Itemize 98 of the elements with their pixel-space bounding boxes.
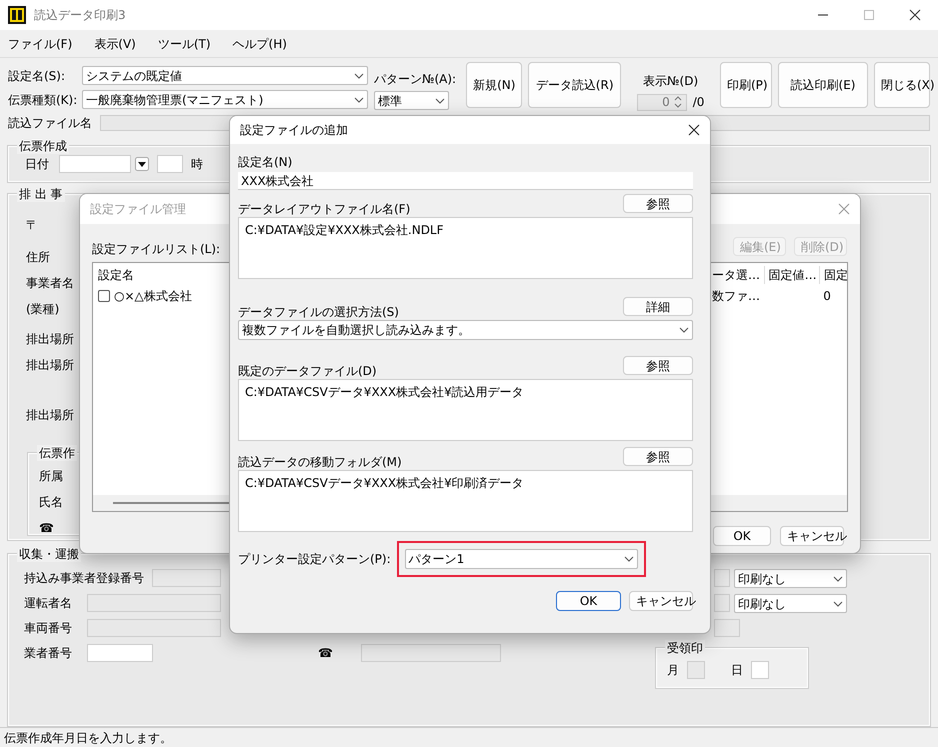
column-header: ータ選… bbox=[711, 267, 762, 284]
list-label: 設定ファイルリスト(L): bbox=[92, 241, 220, 258]
field-label: 月 bbox=[666, 662, 679, 679]
chevron-icon bbox=[679, 327, 689, 333]
browse-button[interactable]: 詳細 bbox=[623, 297, 693, 316]
browse-button[interactable]: 参照 bbox=[623, 194, 693, 213]
field-label: (業種) bbox=[26, 301, 60, 317]
menu-item[interactable]: 表示(V) bbox=[94, 34, 136, 52]
chevron-icon bbox=[435, 98, 445, 104]
status-bar: 伝票作成年月日を入力します。 bbox=[0, 727, 938, 747]
text-area[interactable]: C:¥DATA¥設定¥XXX株式会社.NDLF bbox=[238, 217, 693, 279]
field-label: 〒 bbox=[26, 217, 38, 233]
spin-arrows-icon[interactable] bbox=[672, 95, 683, 109]
field-label: 読込データの移動フォルダ(M) bbox=[238, 454, 402, 470]
chevron-icon bbox=[624, 556, 634, 562]
list-item[interactable]: ○×△株式会社 bbox=[114, 287, 192, 305]
field-label: 排出場所 bbox=[26, 357, 74, 373]
ok-button[interactable]: OK bbox=[713, 526, 771, 546]
phone-field[interactable] bbox=[360, 644, 501, 662]
setting-select[interactable]: システムの既定値 bbox=[82, 66, 368, 85]
group-title: 受領印 bbox=[664, 640, 705, 656]
print-select[interactable]: 印刷なし bbox=[734, 569, 847, 588]
field-label: 時 bbox=[191, 156, 203, 173]
field-label: 氏名 bbox=[39, 494, 64, 510]
method-select[interactable]: 複数ファイルを自動選択し読み込みます。 bbox=[238, 320, 693, 340]
close-icon[interactable] bbox=[688, 124, 700, 136]
menu-item[interactable]: ファイル(F) bbox=[8, 34, 72, 52]
field-label: パターン№(A): bbox=[374, 71, 456, 88]
field-label: 住所 bbox=[26, 249, 50, 265]
app-icon bbox=[8, 6, 26, 24]
dialog-title: 設定ファイル管理 bbox=[90, 201, 186, 218]
column-header: 固定値… bbox=[764, 266, 820, 284]
browse-button[interactable]: 参照 bbox=[623, 447, 693, 466]
field-label: 日 bbox=[730, 662, 743, 679]
group-title: 排 出 事 bbox=[17, 186, 65, 202]
text-field[interactable] bbox=[152, 569, 221, 587]
field-label: 設定名(N) bbox=[238, 154, 292, 170]
field-label: 読込ファイル名 bbox=[8, 115, 92, 132]
table-cell-text: 数ファ… bbox=[711, 288, 762, 305]
field-label: プリンター設定パターン(P): bbox=[238, 551, 391, 568]
slip-type-select[interactable]: 一般廃棄物管理票(マニフェスト) bbox=[82, 90, 368, 109]
field-label: 車両番号 bbox=[24, 620, 73, 637]
text-field[interactable] bbox=[714, 619, 740, 637]
field-label: 既定のデータファイル(D) bbox=[238, 363, 377, 379]
toolbar-button[interactable]: データ読込(R) bbox=[528, 62, 622, 108]
pattern-select[interactable]: 標準 bbox=[374, 91, 449, 110]
chevron-icon bbox=[354, 96, 364, 102]
field-label: 運転者名 bbox=[24, 595, 73, 612]
menu-item[interactable]: ヘルプ(H) bbox=[232, 34, 287, 52]
chevron-icon bbox=[833, 576, 843, 582]
group-title: 伝票作成 bbox=[17, 138, 69, 154]
chevron-icon bbox=[833, 600, 843, 606]
field-label: 排出場所 bbox=[26, 331, 74, 347]
field-label: ☎ bbox=[39, 520, 55, 536]
text-area[interactable]: C:¥DATA¥CSVデータ¥XXX株式会社¥読込用データ bbox=[238, 379, 693, 441]
text-field[interactable] bbox=[87, 644, 153, 662]
text-area[interactable]: C:¥DATA¥CSVデータ¥XXX株式会社¥印刷済データ bbox=[238, 470, 693, 532]
field-label: データファイルの選択方法(S) bbox=[238, 304, 399, 320]
text-field[interactable] bbox=[714, 569, 730, 587]
menu-item[interactable]: ツール(T) bbox=[158, 34, 211, 52]
month-field[interactable] bbox=[686, 661, 705, 679]
field-label: 所属 bbox=[39, 468, 64, 484]
browse-button[interactable]: 参照 bbox=[623, 356, 693, 375]
checkbox[interactable] bbox=[98, 290, 110, 302]
text-field[interactable] bbox=[87, 594, 221, 612]
text-field[interactable]: XXX株式会社 bbox=[238, 172, 693, 190]
field-label: 持込み事業者登録番号 bbox=[24, 570, 145, 587]
group-title: 伝票作 bbox=[37, 445, 77, 461]
column-header: 設定名 bbox=[97, 267, 135, 284]
toolbar-button[interactable]: 新規(N) bbox=[466, 62, 522, 108]
group-title: 収集・運搬 bbox=[17, 546, 81, 562]
field-label: 排出場所 bbox=[26, 407, 74, 423]
field-label: 日付 bbox=[25, 156, 50, 173]
date-field[interactable] bbox=[59, 155, 131, 173]
hour-field[interactable] bbox=[157, 155, 183, 173]
number-spinner[interactable]: 0 bbox=[636, 94, 687, 110]
window-title: 読込データ印刷3 bbox=[34, 7, 126, 24]
phone-label: ☎ bbox=[318, 645, 333, 662]
text-field[interactable] bbox=[87, 619, 221, 637]
dialog-title: 設定ファイルの追加 bbox=[240, 122, 348, 139]
field-label: 伝票種類(K): bbox=[8, 92, 78, 108]
toolbar-button[interactable]: 読込印刷(E) bbox=[778, 62, 868, 108]
table-cell-text: 0 bbox=[822, 288, 832, 305]
print-select[interactable]: 印刷なし bbox=[734, 594, 847, 613]
dropdown-icon[interactable] bbox=[135, 157, 149, 171]
text-field[interactable] bbox=[714, 594, 730, 612]
field-label: 設定名(S): bbox=[8, 68, 66, 84]
ok-button[interactable]: OK bbox=[556, 591, 621, 611]
field-label: 業者番号 bbox=[24, 645, 73, 662]
field-label: 事業者名 bbox=[26, 275, 74, 291]
total-count: /0 bbox=[692, 94, 704, 111]
day-field[interactable] bbox=[750, 661, 769, 679]
printer-pattern-select[interactable]: パターン1 bbox=[404, 549, 638, 569]
toolbar-button[interactable]: 印刷(P) bbox=[720, 62, 772, 108]
chevron-icon bbox=[354, 72, 364, 78]
column-header: 固定 bbox=[819, 266, 847, 284]
field-label: データレイアウトファイル名(F) bbox=[238, 201, 410, 217]
field-label: 表示№(D) bbox=[643, 73, 698, 90]
